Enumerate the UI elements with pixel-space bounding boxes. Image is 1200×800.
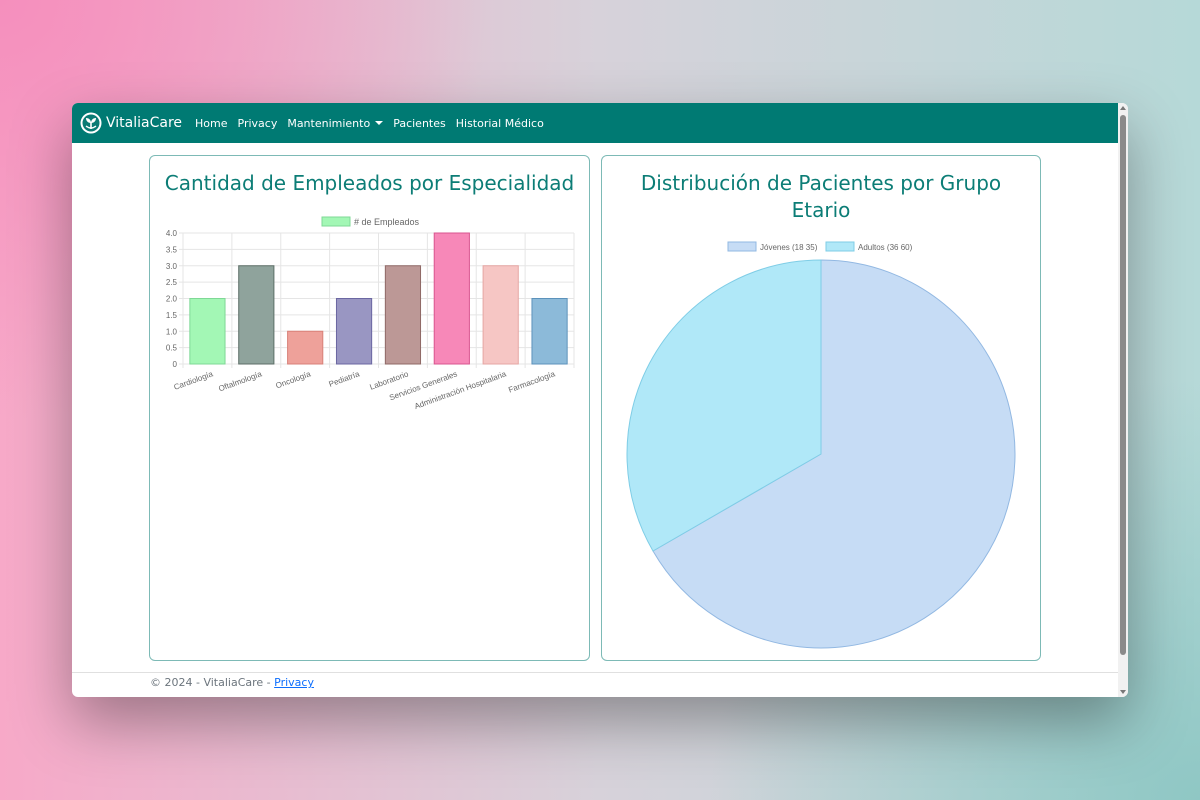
- bar-farmacología: [531, 298, 568, 365]
- x-tick-label: Farmacología: [507, 369, 557, 394]
- y-tick-label: 2.5: [166, 278, 178, 287]
- y-tick-label: 4.0: [166, 229, 178, 238]
- nav-home[interactable]: Home: [195, 117, 227, 130]
- y-tick-label: 2.0: [166, 295, 178, 304]
- y-tick-label: 3.5: [166, 245, 178, 254]
- brand-name: VitaliaCare: [106, 115, 183, 131]
- card-title-patients: Distribución de Pacientes por Grupo Etar…: [640, 171, 1002, 222]
- legend-label-0: Jóvenes (18 35): [760, 243, 818, 252]
- footer-divider: [72, 672, 1118, 673]
- x-tick-label: Cardiología: [173, 369, 215, 392]
- pie-chart: Jóvenes (18 35) Adultos (36 60): [626, 241, 1016, 649]
- brand[interactable]: VitaliaCare: [80, 112, 182, 134]
- bar-oncología: [287, 330, 324, 365]
- bar-cardiología: [189, 298, 226, 365]
- y-tick-label: 0: [173, 360, 178, 369]
- y-tick-label: 1.0: [166, 327, 178, 336]
- nav-privacy[interactable]: Privacy: [238, 117, 278, 130]
- legend-swatch-empleados: [321, 216, 351, 227]
- footer-privacy-link[interactable]: Privacy: [274, 676, 314, 689]
- bar-administración-hospitalaria: [482, 265, 519, 365]
- nav-mantenimiento[interactable]: Mantenimiento: [287, 116, 384, 130]
- card-patients-by-age-group: Distribución de Pacientes por Grupo Etar…: [601, 155, 1041, 661]
- legend-label-empleados: # de Empleados: [354, 217, 420, 227]
- footer-text: © 2024 - VitaliaCare -: [150, 676, 275, 689]
- card-employees-by-specialty: Cantidad de Empleados por Especialidad #…: [149, 155, 590, 661]
- vitaliacare-logo-icon: [80, 112, 102, 134]
- nav-mantenimiento-label: Mantenimiento: [287, 116, 371, 130]
- x-tick-label: Pediatría: [328, 369, 362, 389]
- bar-laboratorio: [384, 265, 422, 365]
- footer: © 2024 - VitaliaCare - Privacy: [150, 676, 314, 689]
- bar-servicios-generales: [433, 232, 470, 365]
- navbar: VitaliaCare Home Privacy Mantenimiento P…: [72, 103, 1118, 143]
- y-tick-label: 3.0: [166, 262, 178, 271]
- scrollbar[interactable]: [1118, 103, 1128, 697]
- bar-pediatría: [335, 298, 373, 365]
- scroll-up-arrow-icon[interactable]: [1120, 106, 1126, 110]
- legend-swatch-0: [727, 241, 757, 252]
- legend-label-1: Adultos (36 60): [858, 243, 913, 252]
- legend-swatch-1: [825, 241, 855, 252]
- bar-oftalmología: [238, 265, 275, 365]
- scroll-thumb[interactable]: [1120, 115, 1126, 655]
- browser-window: VitaliaCare Home Privacy Mantenimiento P…: [72, 103, 1128, 697]
- y-tick-label: 1.5: [166, 311, 178, 320]
- x-tick-label: Administración Hospitalaria: [413, 369, 508, 411]
- x-tick-label: Oftalmología: [217, 369, 263, 393]
- nav-pacientes[interactable]: Pacientes: [393, 117, 446, 130]
- scroll-down-arrow-icon[interactable]: [1120, 690, 1126, 694]
- bar-chart: # de Empleados 0 0.5 1.0 1.5 2.0 2.5 3.0 3.5 4.0 C…: [166, 216, 575, 411]
- nav-historial-medico[interactable]: Historial Médico: [456, 117, 544, 130]
- x-tick-label: Oncología: [275, 369, 313, 390]
- y-tick-label: 0.5: [166, 344, 178, 353]
- caret-down-icon: [375, 121, 384, 125]
- card-title-employees: Cantidad de Empleados por Especialidad: [164, 171, 575, 195]
